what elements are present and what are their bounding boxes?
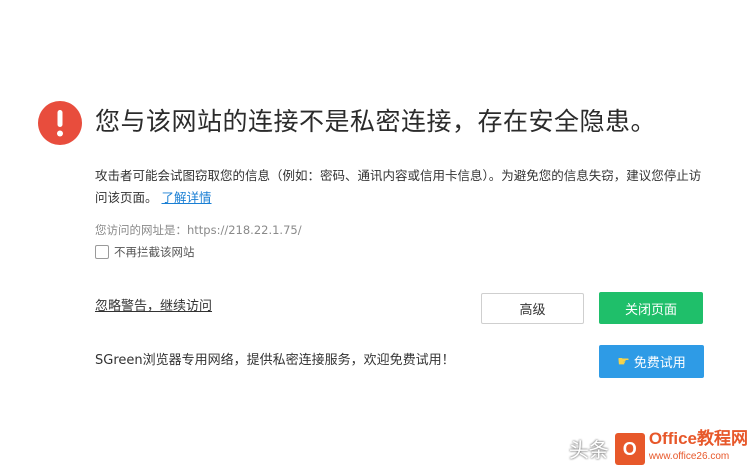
free-trial-label: 免费试用 <box>633 356 686 371</box>
office-logo-icon: O <box>614 433 645 465</box>
watermark-brand: Office教程网 www.office26.com <box>649 429 748 465</box>
watermark: 头条 O Office教程网 www.office26.com <box>569 423 748 465</box>
advanced-button[interactable]: 高级 <box>481 293 584 324</box>
watermark-site: www.office26.com <box>648 451 730 462</box>
warning-description: 攻击者可能会试图窃取您的信息（例如：密码、通讯内容或信用卡信息）。为避免您的信息… <box>95 165 710 209</box>
promo-text: SGreen浏览器专用网络，提供私密连接服务，欢迎免费试用！ <box>95 353 455 368</box>
ignore-warning-link[interactable]: 忽略警告，继续访问 <box>95 298 212 316</box>
warning-icon <box>38 101 82 145</box>
free-trial-button[interactable]: ☛ 免费试用 <box>599 345 704 378</box>
close-page-button[interactable]: 关闭页面 <box>599 292 703 324</box>
watermark-prefix: 头条 <box>568 438 609 462</box>
learn-more-link[interactable]: 了解详情 <box>162 190 212 205</box>
page-title: 您与该网站的连接不是私密连接，存在安全隐患。 <box>95 107 657 136</box>
pointing-hand-icon: ☛ <box>617 353 630 370</box>
no-block-checkbox[interactable] <box>95 245 109 259</box>
visited-url: 您访问的网址是：https://218.22.1.75/ <box>95 223 302 237</box>
no-block-checkbox-row[interactable]: 不再拦截该网站 <box>95 244 195 260</box>
watermark-brand-name: Office教程网 <box>648 429 748 448</box>
no-block-checkbox-label: 不再拦截该网站 <box>114 245 195 259</box>
